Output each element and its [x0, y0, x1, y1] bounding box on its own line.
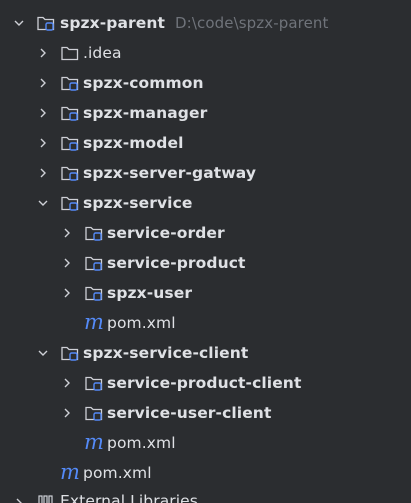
tree-node-spzx-service-client[interactable]: spzx-service-client: [0, 338, 411, 368]
root-name: spzx-parent: [60, 14, 166, 32]
tree-node-label: .idea: [83, 44, 122, 62]
tree-node-label: service-user-client: [107, 404, 272, 422]
maven-pom-icon: m: [84, 430, 104, 454]
chevron-right-icon[interactable]: [12, 496, 26, 503]
tree-node-service-order[interactable]: service-order: [0, 218, 411, 248]
tree-node-label: spzx-service: [83, 194, 193, 212]
tree-node-label: spzx-common: [83, 74, 204, 92]
module-folder-icon: [61, 166, 79, 181]
tree-node-spzx-parent[interactable]: spzx-parent D:\code\spzx-parent: [0, 8, 411, 38]
tree-node-spzx-model[interactable]: spzx-model: [0, 128, 411, 158]
chevron-right-icon[interactable]: [36, 106, 50, 120]
chevron-right-icon[interactable]: [36, 136, 50, 150]
folder-icon: [61, 46, 79, 61]
project-tree: spzx-parent D:\code\spzx-parent .idea spz…: [0, 0, 411, 503]
tree-node-label: spzx-model: [83, 134, 184, 152]
module-folder-icon: [85, 406, 103, 421]
tree-node-spzx-service[interactable]: spzx-service: [0, 188, 411, 218]
chevron-right-icon[interactable]: [60, 286, 74, 300]
chevron-right-icon[interactable]: [36, 76, 50, 90]
module-folder-icon: [61, 136, 79, 151]
chevron-right-icon[interactable]: [36, 46, 50, 60]
module-folder-icon: [85, 286, 103, 301]
tree-node-service-user-client[interactable]: service-user-client: [0, 398, 411, 428]
tree-node-label: spzx-manager: [83, 104, 208, 122]
root-path: D:\code\spzx-parent: [175, 14, 329, 32]
module-folder-icon: [61, 196, 79, 211]
chevron-right-icon[interactable]: [60, 226, 74, 240]
tree-node-label: spzx-parent D:\code\spzx-parent: [60, 13, 328, 33]
module-folder-icon: [85, 226, 103, 241]
module-folder-icon: [61, 106, 79, 121]
module-folder-icon: [85, 256, 103, 271]
maven-pom-icon: m: [60, 460, 80, 484]
chevron-down-icon[interactable]: [36, 196, 50, 210]
chevron-right-icon[interactable]: [36, 166, 50, 180]
tree-node-spzx-user[interactable]: spzx-user: [0, 278, 411, 308]
chevron-right-icon[interactable]: [60, 256, 74, 270]
tree-node-spzx-common[interactable]: spzx-common: [0, 68, 411, 98]
tree-node-label: pom.xml: [107, 434, 176, 452]
maven-pom-icon: m: [84, 310, 104, 334]
tree-node-spzx-manager[interactable]: spzx-manager: [0, 98, 411, 128]
tree-node-label: service-order: [107, 224, 225, 242]
tree-node-spzx-service-pom[interactable]: m pom.xml: [0, 308, 411, 338]
tree-node-spzx-server-gatway[interactable]: spzx-server-gatway: [0, 158, 411, 188]
tree-node-service-product-client[interactable]: service-product-client: [0, 368, 411, 398]
module-folder-icon: [85, 376, 103, 391]
chevron-right-icon[interactable]: [60, 406, 74, 420]
library-icon: [38, 495, 53, 503]
tree-node-label: spzx-server-gatway: [83, 164, 257, 182]
tree-node-external-libraries[interactable]: External Libraries: [0, 482, 411, 503]
module-folder-icon: [61, 76, 79, 91]
module-folder-icon: [37, 16, 55, 31]
chevron-down-icon[interactable]: [12, 16, 26, 30]
tree-node-service-product[interactable]: service-product: [0, 248, 411, 278]
tree-node-label: External Libraries: [60, 492, 198, 503]
tree-node-label: pom.xml: [83, 464, 152, 482]
tree-node-idea[interactable]: .idea: [0, 38, 411, 68]
tree-node-label: spzx-user: [107, 284, 193, 302]
tree-node-label: service-product: [107, 254, 246, 272]
chevron-down-icon[interactable]: [36, 346, 50, 360]
chevron-right-icon[interactable]: [60, 376, 74, 390]
tree-node-spzx-service-client-pom[interactable]: m pom.xml: [0, 428, 411, 458]
module-folder-icon: [61, 346, 79, 361]
tree-node-label: pom.xml: [107, 314, 176, 332]
tree-node-label: spzx-service-client: [83, 344, 249, 362]
tree-node-label: service-product-client: [107, 374, 302, 392]
